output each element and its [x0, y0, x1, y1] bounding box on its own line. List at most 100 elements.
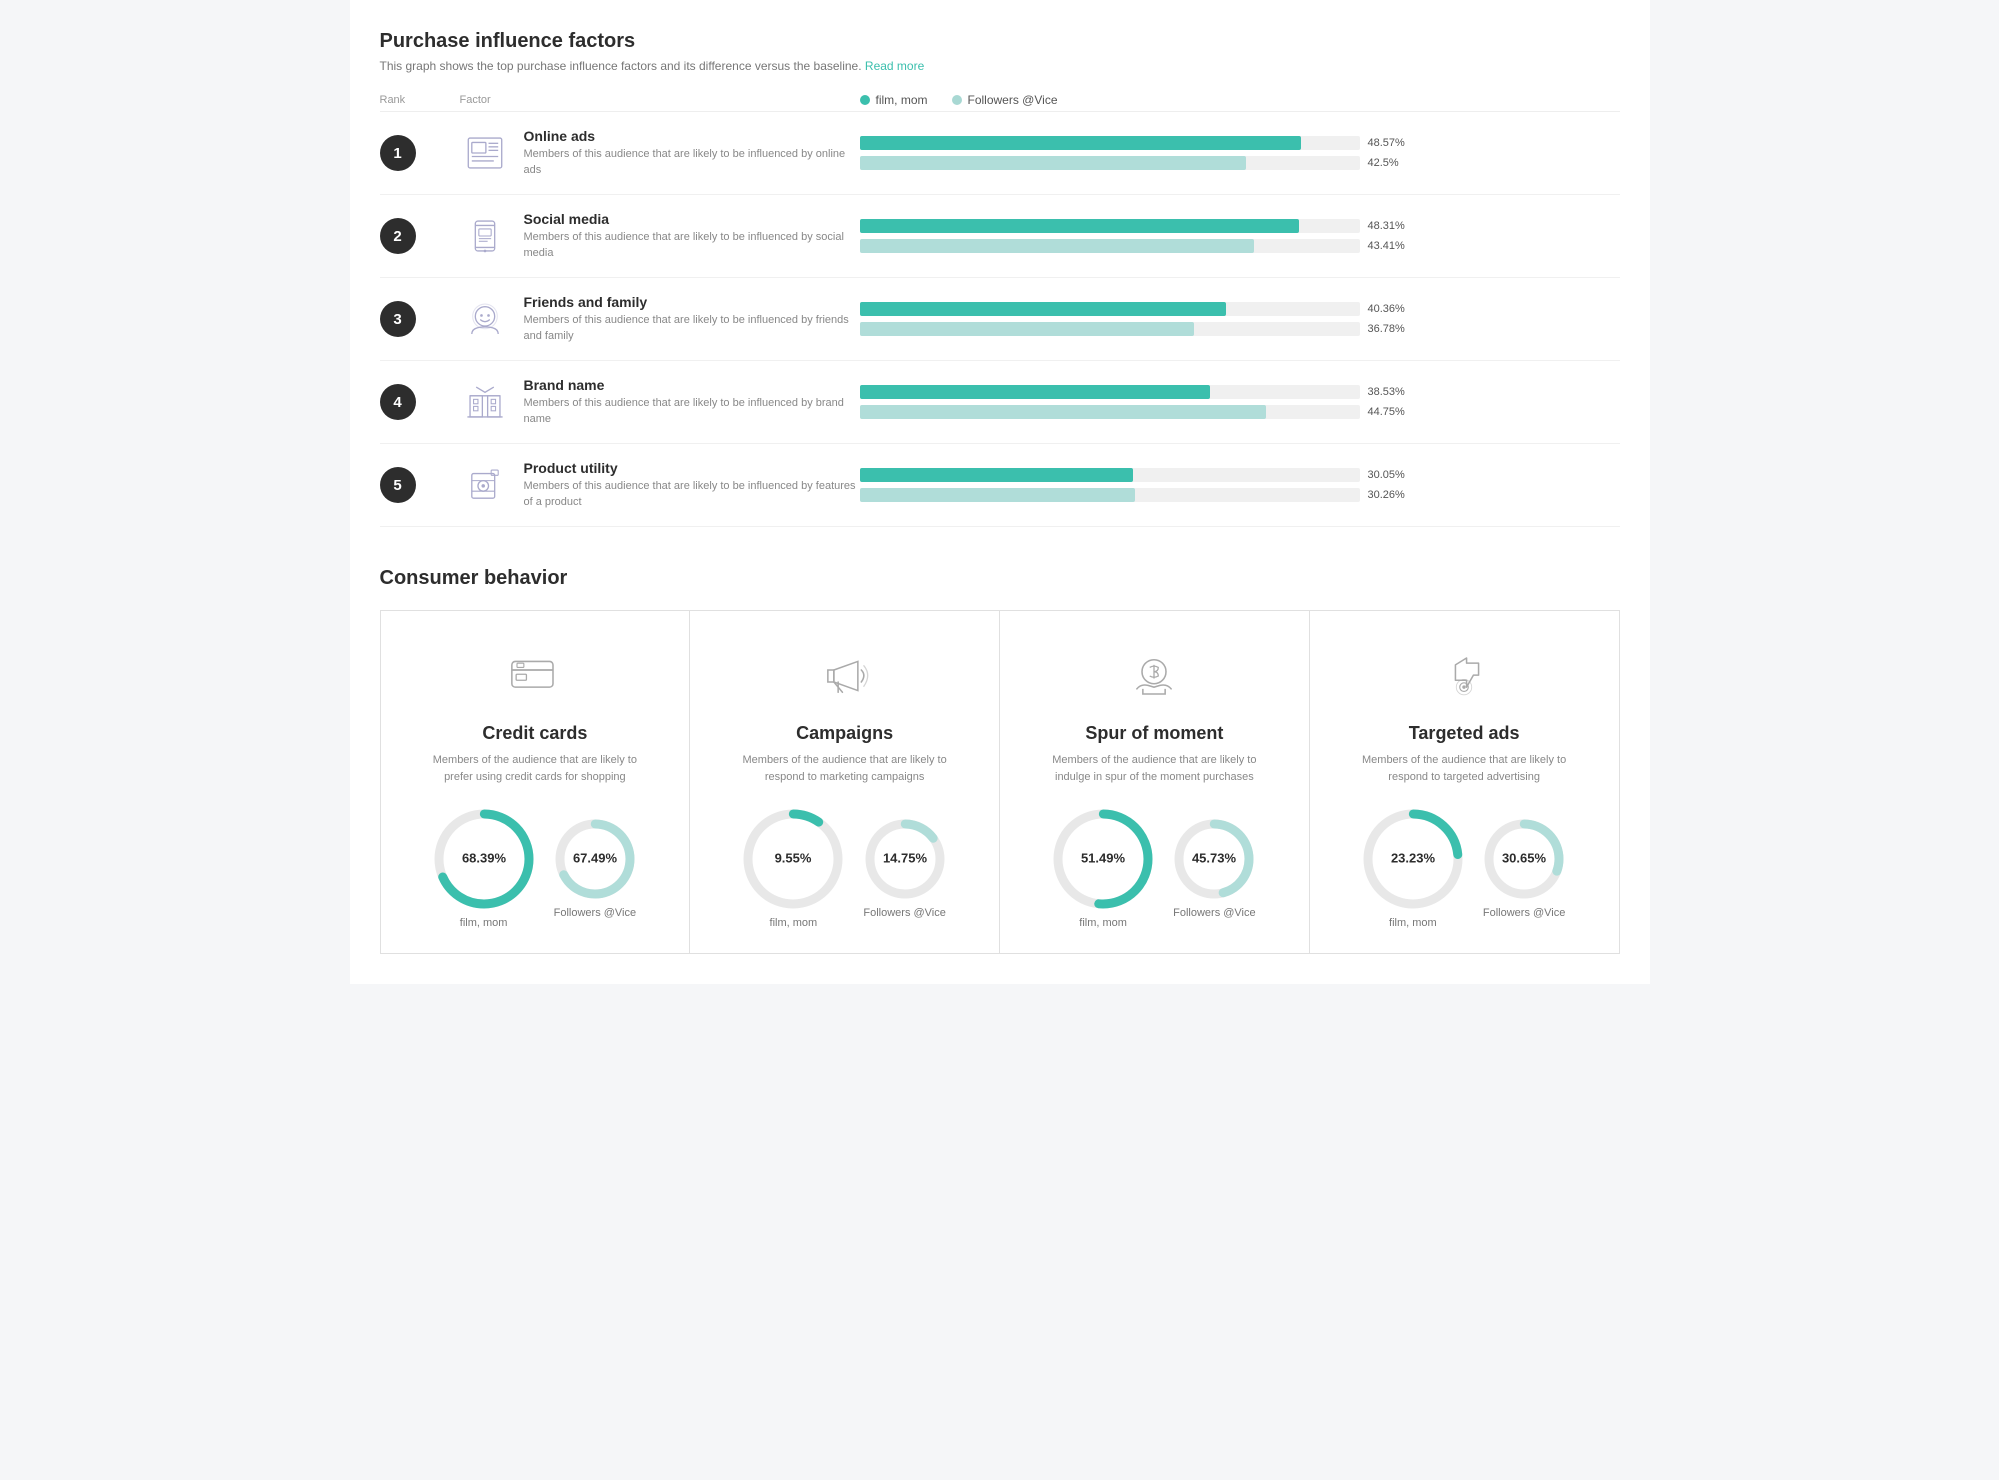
bar-row-s2-2: 43.41%: [860, 239, 1620, 253]
consumer-card-icon-0: [500, 641, 570, 711]
bar-fill-s2-5: [860, 488, 1135, 502]
donut-row-3: 23.23% film, mom 30.65% Followers @Vice: [1363, 809, 1566, 929]
factor-icon-2: [460, 211, 510, 261]
factor-desc-3: Members of this audience that are likely…: [524, 313, 860, 344]
consumer-card-icon-2: [1119, 641, 1189, 711]
bars-col-2: 48.31% 43.41%: [860, 219, 1620, 253]
factor-col-4: Brand name Members of this audience that…: [460, 377, 860, 427]
rank-col-4: 4: [380, 384, 460, 420]
bars-col-5: 30.05% 30.26%: [860, 468, 1620, 502]
factor-text-4: Brand name Members of this audience that…: [524, 377, 860, 427]
factor-desc-5: Members of this audience that are likely…: [524, 479, 860, 510]
bar-label-s1-1: 48.57%: [1368, 137, 1408, 149]
rank-col-2: 2: [380, 218, 460, 254]
bar-track-s2-5: [860, 488, 1360, 502]
bar-fill-s2-3: [860, 322, 1194, 336]
consumer-card-desc-2: Members of the audience that are likely …: [1044, 752, 1264, 785]
factor-col-5: Product utility Members of this audience…: [460, 460, 860, 510]
factor-name-2: Social media: [524, 211, 860, 227]
bar-track-s2-3: [860, 322, 1360, 336]
consumer-card-name-1: Campaigns: [796, 723, 893, 744]
col-rank-header: Rank: [380, 94, 460, 106]
legend-series1: film, mom: [860, 93, 928, 107]
consumer-card-desc-0: Members of the audience that are likely …: [425, 752, 645, 785]
rank-badge-5: 5: [380, 467, 416, 503]
bar-track-s2-1: [860, 156, 1360, 170]
rank-col-1: 1: [380, 135, 460, 171]
bar-label-s2-3: 36.78%: [1368, 323, 1408, 335]
factor-text-5: Product utility Members of this audience…: [524, 460, 860, 510]
donut-item-s2-2: 45.73% Followers @Vice: [1173, 819, 1256, 919]
rank-col-5: 5: [380, 467, 460, 503]
consumer-card-3: Targeted ads Members of the audience tha…: [1310, 611, 1619, 953]
factor-name-1: Online ads: [524, 128, 860, 144]
purchase-section: Purchase influence factors This graph sh…: [380, 30, 1620, 527]
bar-row-s1-3: 40.36%: [860, 302, 1620, 316]
svg-text:68.39%: 68.39%: [462, 850, 507, 865]
consumer-card-0: Credit cards Members of the audience tha…: [381, 611, 690, 953]
bar-row-s2-1: 42.5%: [860, 156, 1620, 170]
donut-item-s1-3: 23.23% film, mom: [1363, 809, 1463, 929]
factor-row-5: 5 Product utility Members of this audien…: [380, 444, 1620, 527]
factor-name-5: Product utility: [524, 460, 860, 476]
consumer-card-name-0: Credit cards: [482, 723, 587, 744]
rank-badge-2: 2: [380, 218, 416, 254]
bar-label-s1-2: 48.31%: [1368, 220, 1408, 232]
bar-fill-s1-4: [860, 385, 1210, 399]
consumer-section: Consumer behavior Credit cards Members o…: [380, 567, 1620, 954]
bar-row-s1-5: 30.05%: [860, 468, 1620, 482]
legend-dot-light-teal: [952, 95, 962, 105]
bar-row-s2-5: 30.26%: [860, 488, 1620, 502]
bar-label-s1-3: 40.36%: [1368, 303, 1408, 315]
bar-label-s2-4: 44.75%: [1368, 406, 1408, 418]
bars-col-4: 38.53% 44.75%: [860, 385, 1620, 419]
consumer-title: Consumer behavior: [380, 567, 1620, 590]
donut-label-s2-0: Followers @Vice: [554, 907, 637, 919]
rank-badge-4: 4: [380, 384, 416, 420]
factor-name-3: Friends and family: [524, 294, 860, 310]
donut-label-s1-0: film, mom: [460, 917, 508, 929]
factor-icon-1: [460, 128, 510, 178]
bar-label-s2-1: 42.5%: [1368, 157, 1408, 169]
factor-name-4: Brand name: [524, 377, 860, 393]
donut-item-s1-1: 9.55% film, mom: [743, 809, 843, 929]
factor-desc-4: Members of this audience that are likely…: [524, 396, 860, 427]
factor-row-3: 3 Friends and family Members of this aud…: [380, 278, 1620, 361]
bars-col-1: 48.57% 42.5%: [860, 136, 1620, 170]
rank-badge-3: 3: [380, 301, 416, 337]
consumer-card-icon-1: [810, 641, 880, 711]
factor-text-2: Social media Members of this audience th…: [524, 211, 860, 261]
col-factor-header: Factor: [460, 94, 860, 106]
factor-row-4: 4 Brand name Members of this audience th…: [380, 361, 1620, 444]
factor-icon-5: [460, 460, 510, 510]
svg-text:67.49%: 67.49%: [573, 850, 618, 865]
purchase-subtitle: This graph shows the top purchase influe…: [380, 59, 1620, 73]
factor-col-3: Friends and family Members of this audie…: [460, 294, 860, 344]
bars-col-3: 40.36% 36.78%: [860, 302, 1620, 336]
donut-row-2: 51.49% film, mom 45.73% Followers @Vice: [1053, 809, 1256, 929]
factor-col-2: Social media Members of this audience th…: [460, 211, 860, 261]
bar-row-s2-4: 44.75%: [860, 405, 1620, 419]
rank-badge-1: 1: [380, 135, 416, 171]
donut-item-s2-1: 14.75% Followers @Vice: [863, 819, 946, 919]
svg-text:30.65%: 30.65%: [1502, 850, 1547, 865]
donut-label-s1-3: film, mom: [1389, 917, 1437, 929]
svg-text:23.23%: 23.23%: [1391, 850, 1436, 865]
bar-label-s1-5: 30.05%: [1368, 469, 1408, 481]
bar-track-s1-1: [860, 136, 1360, 150]
bar-fill-s1-2: [860, 219, 1299, 233]
consumer-card-2: Spur of moment Members of the audience t…: [1000, 611, 1309, 953]
factor-text-1: Online ads Members of this audience that…: [524, 128, 860, 178]
svg-text:45.73%: 45.73%: [1192, 850, 1237, 865]
bar-track-s1-2: [860, 219, 1360, 233]
bar-label-s2-2: 43.41%: [1368, 240, 1408, 252]
svg-text:51.49%: 51.49%: [1081, 850, 1126, 865]
read-more-link[interactable]: Read more: [865, 59, 924, 73]
donut-item-s1-2: 51.49% film, mom: [1053, 809, 1153, 929]
consumer-card-name-3: Targeted ads: [1409, 723, 1520, 744]
factor-icon-4: [460, 377, 510, 427]
bar-fill-s2-2: [860, 239, 1255, 253]
bar-label-s1-4: 38.53%: [1368, 386, 1408, 398]
bar-fill-s2-1: [860, 156, 1246, 170]
consumer-card-desc-3: Members of the audience that are likely …: [1354, 752, 1574, 785]
